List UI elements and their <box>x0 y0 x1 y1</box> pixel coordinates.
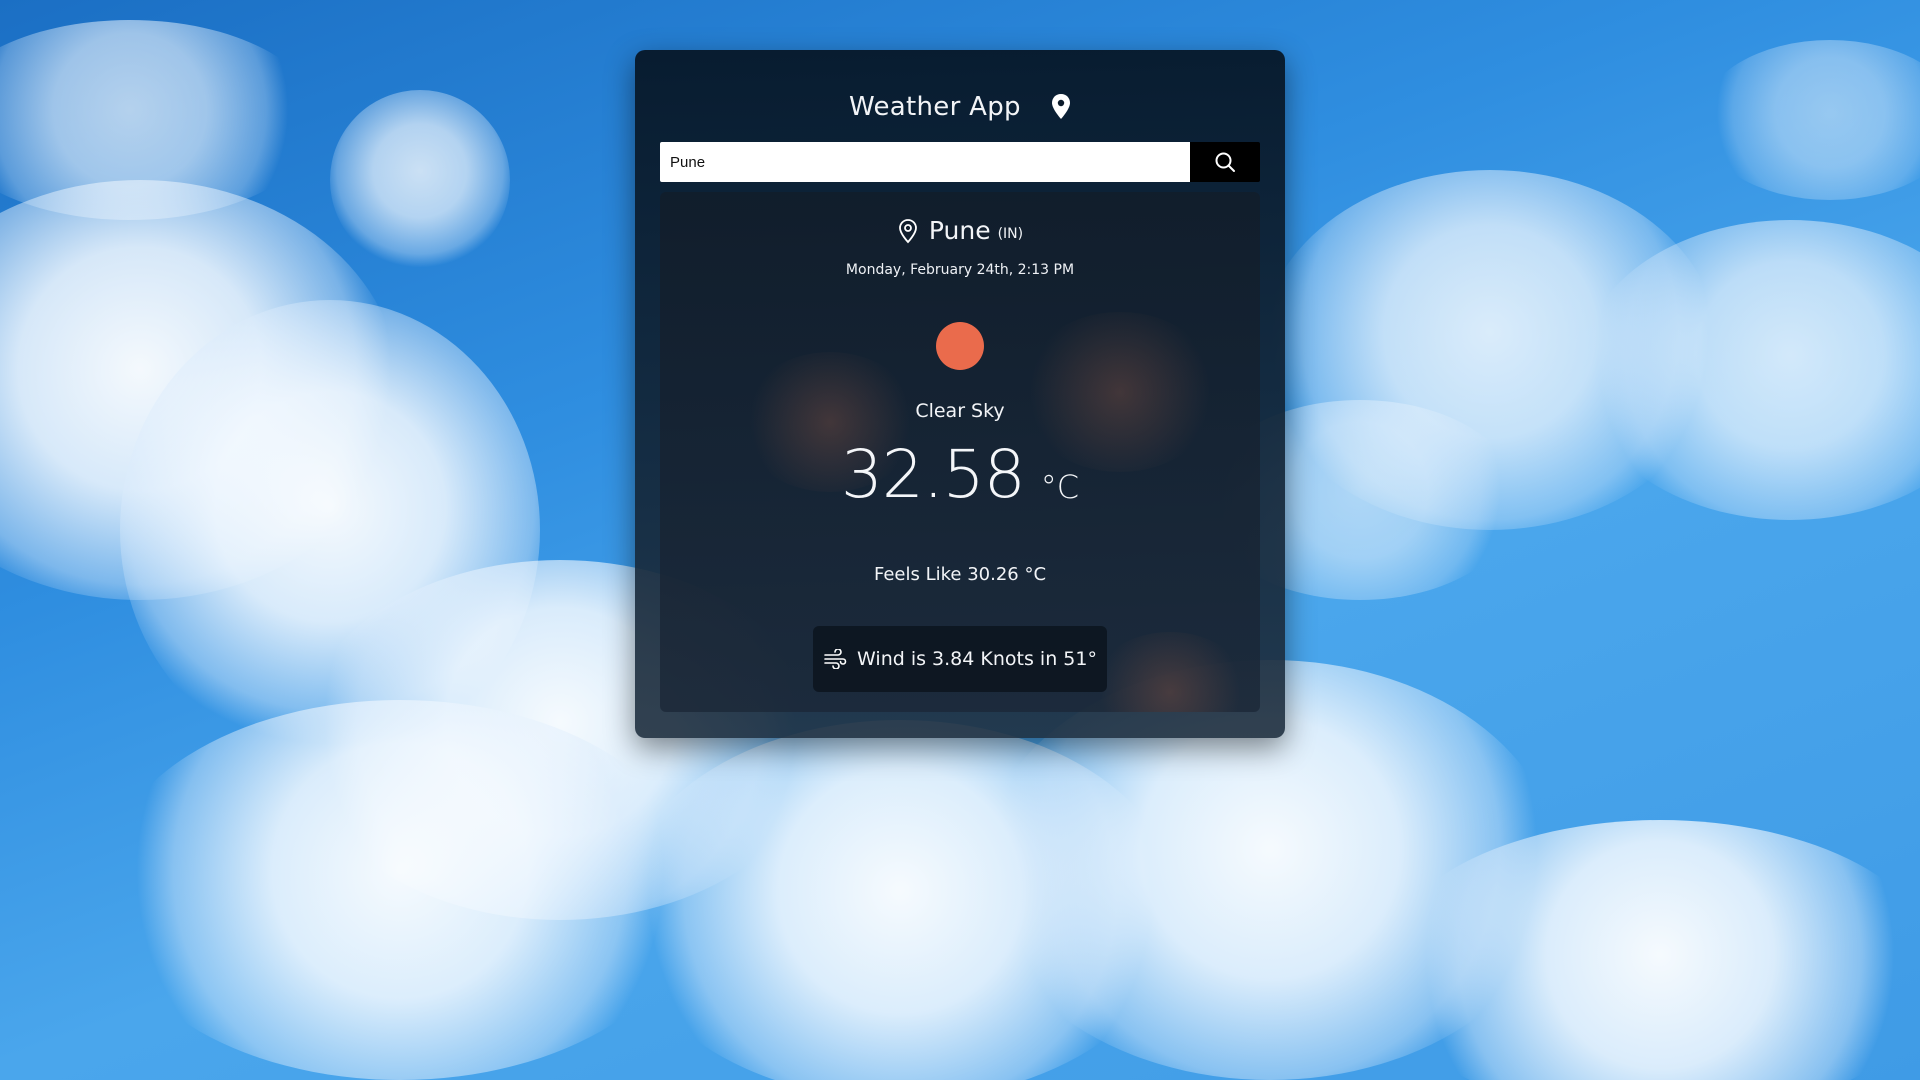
search-bar <box>660 142 1260 182</box>
temperature: 32.58 °C <box>660 442 1260 508</box>
app-title: Weather App <box>849 92 1021 122</box>
city-name: Pune <box>928 216 991 245</box>
weather-card: Weather App Pune (IN) Monday, February 2… <box>635 50 1285 738</box>
wind-text: Wind is 3.84 Knots in 51° <box>857 648 1097 670</box>
search-icon <box>1215 152 1235 172</box>
sun-icon <box>936 322 984 370</box>
cloud <box>1700 40 1920 200</box>
cloud <box>100 700 700 1080</box>
date-time: Monday, February 24th, 2:13 PM <box>845 262 1075 278</box>
cloud <box>0 20 320 220</box>
cloud <box>330 90 510 270</box>
map-pin-icon[interactable] <box>1049 93 1073 121</box>
location: Pune (IN) <box>660 216 1260 245</box>
search-input[interactable] <box>660 142 1190 182</box>
temperature-unit: °C <box>1040 468 1080 506</box>
panel-glow <box>1090 632 1250 712</box>
wind-info: Wind is 3.84 Knots in 51° <box>813 626 1107 692</box>
wind-icon <box>824 649 847 669</box>
weather-condition: Clear Sky <box>915 400 1005 422</box>
country-code: (IN) <box>997 225 1024 242</box>
temperature-value: 32.58 <box>840 436 1026 513</box>
feels-like: Feels Like 30.26 °C <box>873 564 1047 585</box>
location-pin-icon <box>898 218 917 243</box>
weather-panel: Pune (IN) Monday, February 24th, 2:13 PM… <box>660 192 1260 712</box>
search-button[interactable] <box>1190 142 1260 182</box>
